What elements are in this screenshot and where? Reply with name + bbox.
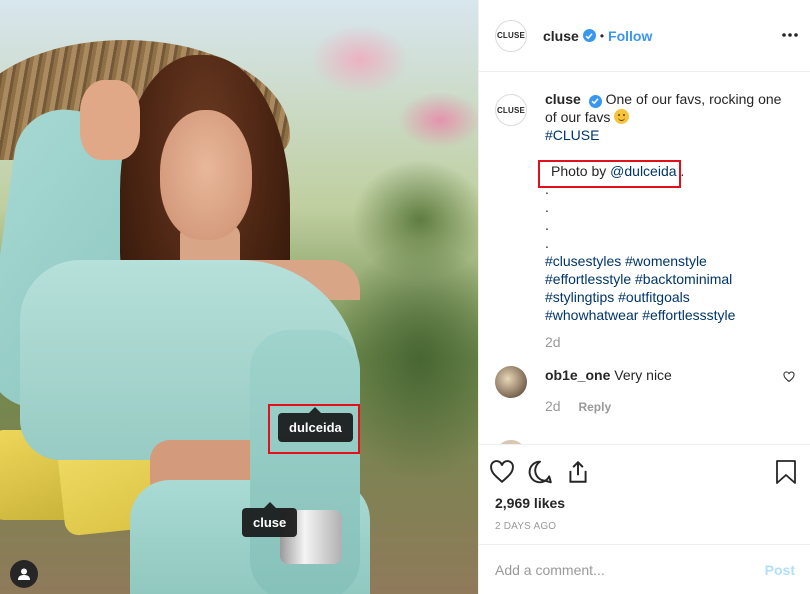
- caption: CLUSE cluse One of our favs, rocking one…: [495, 72, 795, 350]
- caption-text: One of our favs, rocking one of our favs: [545, 91, 782, 125]
- like-heart-icon[interactable]: [489, 459, 515, 490]
- caption-age[interactable]: 2d: [545, 334, 795, 350]
- post-comment-button[interactable]: Post: [765, 562, 795, 578]
- highlight-box-credit: [538, 160, 681, 188]
- separator-dot: •: [599, 28, 605, 43]
- add-comment-input[interactable]: [495, 561, 765, 578]
- verified-badge-icon: [582, 29, 596, 42]
- verified-badge-icon: [588, 94, 602, 108]
- like-count[interactable]: 2,969 likes: [495, 495, 565, 511]
- caption-avatar[interactable]: CLUSE: [495, 94, 527, 126]
- comment-bubble-icon[interactable]: [527, 459, 553, 490]
- hashtag-line[interactable]: #whowhatwear #effortlessstyle: [545, 306, 795, 324]
- hashtag-line[interactable]: #effortlesstyle #backtominimal: [545, 270, 795, 288]
- comments-list[interactable]: CLUSE cluse One of our favs, rocking one…: [479, 72, 810, 444]
- post-actions: 2,969 likes 2 DAYS AGO: [479, 444, 810, 544]
- hashtag-line[interactable]: #clusestyles #womenstyle: [545, 252, 795, 270]
- reply-button[interactable]: Reply: [578, 400, 611, 414]
- caption-username[interactable]: cluse: [545, 91, 581, 107]
- follow-button[interactable]: Follow: [608, 28, 652, 44]
- account-avatar[interactable]: CLUSE: [495, 19, 527, 52]
- comment-text: Very nice: [614, 367, 672, 383]
- save-bookmark-icon[interactable]: [775, 459, 797, 490]
- face: [160, 110, 252, 240]
- post-sidebar: CLUSE cluse • Follow CLUSE cluse One of …: [478, 0, 810, 594]
- dot-line: .: [545, 199, 549, 215]
- hashtag-cluse[interactable]: #CLUSE: [545, 126, 795, 144]
- comment-composer: Post: [479, 544, 810, 594]
- tagged-users-icon[interactable]: [10, 560, 38, 588]
- post-date[interactable]: 2 DAYS AGO: [495, 521, 556, 532]
- highlight-box-tag: [268, 404, 360, 454]
- dot-line: .: [545, 235, 549, 251]
- smile-emoji-icon: [614, 109, 630, 124]
- account-username[interactable]: cluse: [543, 28, 579, 44]
- photo-tag-cluse[interactable]: cluse: [242, 502, 298, 537]
- share-upload-icon[interactable]: [565, 459, 591, 490]
- like-comment-heart-icon[interactable]: [783, 370, 795, 388]
- hand: [80, 80, 140, 160]
- post-header: CLUSE cluse • Follow: [479, 0, 810, 72]
- more-options-icon[interactable]: [781, 25, 799, 43]
- comment: ob1e_one Very nice 2d Reply: [495, 366, 795, 414]
- hashtag-line[interactable]: #stylingtips #outfitgoals: [545, 288, 795, 306]
- credit-suffix: .: [680, 163, 685, 179]
- comment-username[interactable]: ob1e_one: [545, 367, 610, 383]
- commenter-avatar[interactable]: [495, 366, 527, 398]
- dot-line: .: [545, 217, 549, 233]
- post-photo[interactable]: dulceida cluse: [0, 0, 478, 594]
- comment-age[interactable]: 2d: [545, 398, 561, 414]
